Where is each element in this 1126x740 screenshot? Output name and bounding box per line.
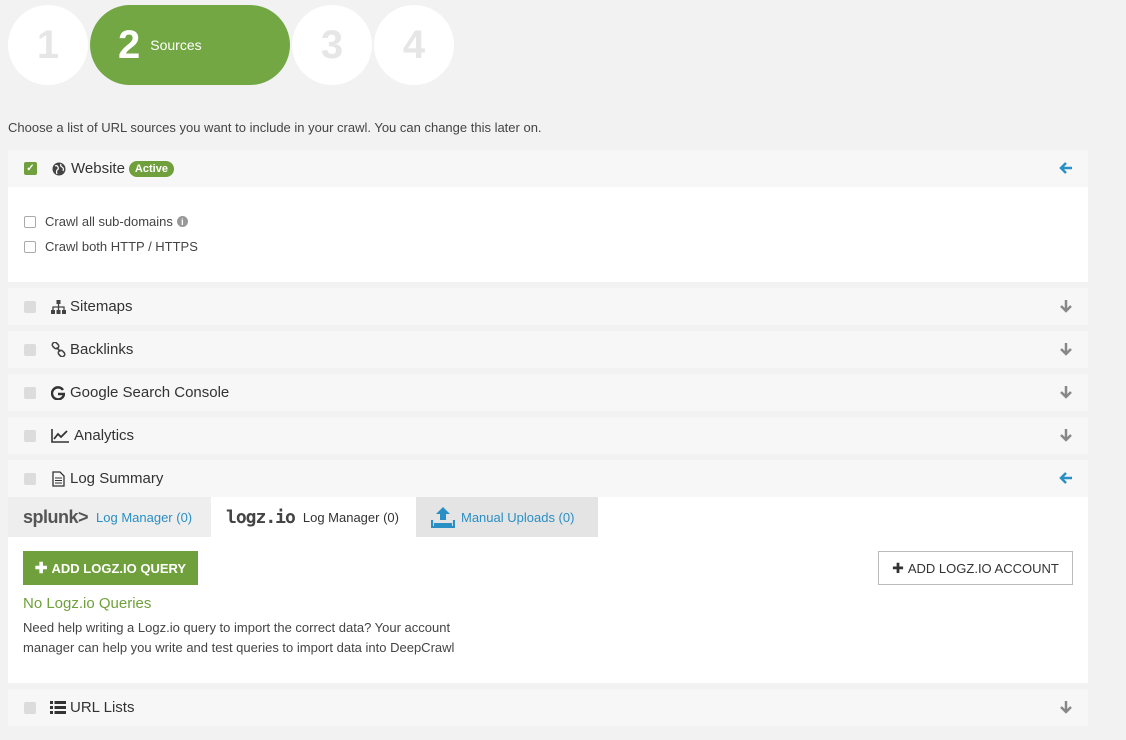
log-summary-label: Log Summary xyxy=(70,470,164,487)
logz-tab-label: Log Manager (0) xyxy=(302,509,399,525)
step-4-number: 4 xyxy=(402,22,426,67)
arrow-down-icon[interactable] xyxy=(1058,298,1074,314)
logz-logo: logz.io xyxy=(226,506,296,528)
crawl-http-https-checkbox[interactable] xyxy=(24,240,36,253)
source-row-url-lists[interactable]: URL Lists xyxy=(8,689,1088,726)
gsc-label: Google Search Console xyxy=(70,384,230,401)
active-badge: Active xyxy=(128,160,174,177)
arrow-left-icon[interactable] xyxy=(1058,160,1074,176)
source-row-log-summary[interactable]: Log Summary xyxy=(8,460,1088,497)
website-checkbox[interactable]: ✓ xyxy=(24,162,37,175)
sitemaps-checkbox[interactable] xyxy=(24,300,36,313)
log-summary-checkbox[interactable] xyxy=(24,472,36,485)
gsc-checkbox[interactable] xyxy=(24,386,36,399)
step-indicator: 1 2 Sources 3 4 xyxy=(8,5,468,85)
help-text: Need help writing a Logz.io query to imp… xyxy=(23,620,455,655)
source-row-sitemaps[interactable]: Sitemaps xyxy=(8,288,1088,325)
tab-logz[interactable]: logz.io Log Manager (0) xyxy=(211,497,416,537)
step-1[interactable]: 1 xyxy=(8,5,88,85)
backlinks-label: Backlinks xyxy=(70,341,134,358)
source-row-analytics[interactable]: Analytics xyxy=(8,417,1088,454)
no-queries-heading: No Logz.io Queries xyxy=(23,595,152,612)
crawl-http-https-option[interactable]: Crawl both HTTP / HTTPS xyxy=(24,239,198,254)
arrow-down-icon[interactable] xyxy=(1058,427,1074,443)
step-3-number: 3 xyxy=(320,22,344,67)
line-chart-icon xyxy=(50,428,70,444)
plus-icon: ✚ xyxy=(892,559,904,576)
splunk-tab-label: Log Manager (0) xyxy=(96,509,193,525)
source-row-google-search-console[interactable]: Google Search Console xyxy=(8,374,1088,411)
step-2-active[interactable]: 2 Sources xyxy=(90,5,290,85)
source-row-backlinks[interactable]: Backlinks xyxy=(8,331,1088,368)
website-options-panel xyxy=(8,187,1088,282)
crawl-subdomains-label: Crawl all sub-domains xyxy=(45,214,173,229)
intro-text: Choose a list of URL sources you want to… xyxy=(8,120,542,135)
arrow-down-icon[interactable] xyxy=(1058,341,1074,357)
add-logz-query-button[interactable]: ✚ ADD LOGZ.IO QUERY xyxy=(23,551,198,585)
crawl-subdomains-checkbox[interactable] xyxy=(24,215,36,228)
add-logz-account-label: ADD LOGZ.IO ACCOUNT xyxy=(907,560,1059,576)
crawl-subdomains-option[interactable]: Crawl all sub-domains i xyxy=(24,214,188,229)
info-icon[interactable]: i xyxy=(176,216,188,227)
arrow-down-icon[interactable] xyxy=(1058,384,1074,400)
analytics-checkbox[interactable] xyxy=(24,429,36,442)
sitemap-icon xyxy=(50,299,66,315)
manual-uploads-label: Manual Uploads (0) xyxy=(461,509,575,525)
backlinks-checkbox[interactable] xyxy=(24,343,36,356)
google-icon xyxy=(50,385,66,401)
add-logz-account-button[interactable]: ✚ ADD LOGZ.IO ACCOUNT xyxy=(878,551,1073,585)
file-text-icon xyxy=(50,470,66,487)
step-2-number: 2 xyxy=(118,22,141,67)
upload-icon xyxy=(431,506,455,528)
link-icon xyxy=(50,342,66,358)
step-4[interactable]: 4 xyxy=(374,5,454,85)
step-2-label: Sources xyxy=(150,37,202,53)
url-lists-label: URL Lists xyxy=(70,699,135,716)
plus-icon: ✚ xyxy=(34,560,48,577)
add-logz-query-label: ADD LOGZ.IO QUERY xyxy=(51,560,187,576)
source-row-website[interactable]: ✓ Website Active xyxy=(8,150,1088,187)
url-lists-checkbox[interactable] xyxy=(24,701,36,714)
arrow-left-icon[interactable] xyxy=(1058,470,1074,486)
step-3[interactable]: 3 xyxy=(292,5,372,85)
crawl-http-https-label: Crawl both HTTP / HTTPS xyxy=(45,239,198,254)
log-manager-tabs: splunk> Log Manager (0) logz.io Log Mana… xyxy=(8,497,598,537)
arrow-down-icon[interactable] xyxy=(1058,699,1074,715)
sitemaps-label: Sitemaps xyxy=(70,298,133,315)
tab-splunk[interactable]: splunk> Log Manager (0) xyxy=(8,497,211,537)
website-label: Website xyxy=(71,160,125,177)
tab-manual-uploads[interactable]: Manual Uploads (0) xyxy=(416,497,598,537)
analytics-label: Analytics xyxy=(74,427,135,444)
globe-icon xyxy=(51,161,67,177)
step-1-number: 1 xyxy=(36,22,60,67)
splunk-logo: splunk> xyxy=(23,506,89,527)
list-icon xyxy=(50,700,66,716)
